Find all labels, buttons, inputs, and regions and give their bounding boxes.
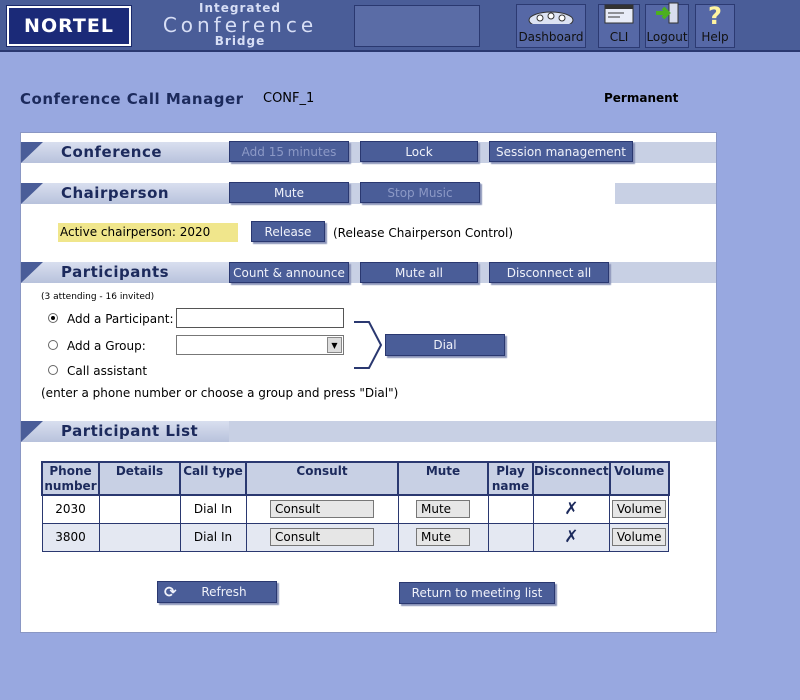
phone-cell: 3800 — [41, 522, 100, 552]
attendance-count: (3 attending - 16 invited) — [41, 292, 155, 302]
add-participant-label: Add a Participant: — [67, 312, 174, 326]
help-button[interactable]: ? Help — [695, 4, 735, 48]
participant-list-section-label: Participant List — [61, 422, 199, 440]
call-assistant-radio[interactable] — [48, 365, 58, 375]
volume-cell: Volume — [609, 522, 670, 552]
column-header-phone: Phone number — [41, 461, 100, 496]
nortel-logo: NORTEL — [6, 5, 132, 47]
mute-all-button[interactable]: Mute all — [360, 262, 478, 283]
add-participant-radio[interactable] — [48, 313, 58, 323]
table-row: 3800 Dial In Consult Mute ✗ Volume — [41, 522, 670, 552]
active-chairperson-badge: Active chairperson: 2020 — [58, 223, 238, 242]
logout-icon — [654, 2, 680, 28]
disconnect-all-button[interactable]: Disconnect all — [489, 262, 609, 283]
refresh-label: Refresh — [201, 585, 247, 599]
terminal-icon — [604, 4, 634, 28]
mute-button[interactable]: Mute — [416, 528, 470, 546]
volume-cell: Volume — [609, 494, 670, 524]
consult-button[interactable]: Consult — [270, 528, 374, 546]
disconnect-cell: ✗ — [532, 522, 611, 552]
logout-label: Logout — [646, 30, 688, 44]
consult-cell: Consult — [245, 522, 399, 552]
column-header-call-type: Call type — [179, 461, 247, 496]
mute-button[interactable]: Mute — [416, 500, 470, 519]
chairperson-section-label: Chairperson — [61, 184, 170, 202]
consult-cell: Consult — [245, 494, 399, 524]
add-participant-input[interactable] — [176, 308, 344, 328]
play-name-cell — [487, 494, 534, 524]
cli-button[interactable]: CLI — [598, 4, 640, 48]
conference-type: Permanent — [604, 91, 679, 105]
participants-section-label: Participants — [61, 263, 170, 281]
dial-button[interactable]: Dial — [385, 334, 505, 356]
refresh-icon: ⟳ — [164, 583, 177, 601]
logout-button[interactable]: Logout — [645, 2, 689, 48]
add-15-minutes-button[interactable]: Add 15 minutes — [229, 141, 349, 162]
table-row: 2030 Dial In Consult Mute ✗ Volume — [41, 494, 670, 524]
column-header-mute: Mute — [397, 461, 489, 496]
mute-cell: Mute — [397, 494, 489, 524]
return-to-meeting-list-button[interactable]: Return to meeting list — [399, 582, 555, 604]
call-assistant-label: Call assistant — [67, 364, 148, 378]
dial-hint: (enter a phone number or choose a group … — [41, 386, 399, 400]
column-header-volume: Volume — [608, 461, 670, 496]
dashboard-icon — [528, 8, 574, 29]
disconnect-x-icon[interactable]: ✗ — [564, 527, 578, 547]
play-name-cell — [487, 522, 534, 552]
column-header-consult: Consult — [245, 461, 399, 496]
help-label: Help — [701, 30, 729, 44]
product-title: Integrated Conference Bridge — [160, 2, 320, 47]
add-group-radio[interactable] — [48, 340, 58, 350]
count-announce-button[interactable]: Count & announce — [229, 262, 349, 283]
add-group-select[interactable]: ▼ — [176, 335, 344, 355]
phone-cell: 2030 — [41, 494, 100, 524]
column-header-details: Details — [98, 461, 181, 496]
header-blank-panel — [354, 5, 480, 47]
page-title: Conference Call Manager — [20, 90, 244, 108]
disconnect-x-icon[interactable]: ✗ — [564, 499, 578, 519]
release-hint: (Release Chairperson Control) — [333, 226, 513, 240]
add-group-label: Add a Group: — [67, 339, 146, 353]
session-management-button[interactable]: Session management — [489, 141, 633, 162]
product-title-line2: Conference — [162, 13, 318, 37]
conference-panel: Conference Add 15 minutes Lock Session m… — [20, 132, 717, 633]
mute-cell: Mute — [397, 522, 489, 552]
call-type-cell: Dial In — [179, 494, 247, 524]
cli-label: CLI — [609, 30, 629, 44]
refresh-button[interactable]: ⟳ Refresh — [157, 581, 277, 603]
help-icon: ? — [708, 2, 722, 30]
column-header-play-name: Play name — [487, 461, 534, 496]
chairperson-mute-button[interactable]: Mute — [229, 182, 349, 203]
app-header: NORTEL Integrated Conference Bridge Dash… — [0, 0, 800, 52]
column-header-disconnect: Disconnect — [532, 461, 611, 496]
conference-section-label: Conference — [61, 143, 163, 161]
details-cell — [98, 494, 181, 524]
consult-button[interactable]: Consult — [270, 500, 374, 519]
lock-button[interactable]: Lock — [360, 141, 478, 162]
dashboard-label: Dashboard — [518, 30, 584, 44]
logo-text: NORTEL — [9, 8, 129, 44]
participant-table: Phone number Details Call type Consult M… — [41, 461, 670, 552]
call-type-cell: Dial In — [179, 522, 247, 552]
details-cell — [98, 522, 181, 552]
bracket-arrow-icon — [354, 321, 383, 369]
disconnect-cell: ✗ — [532, 494, 611, 524]
participant-list-section-bar: Participant List — [21, 421, 716, 442]
release-button[interactable]: Release — [251, 221, 325, 242]
volume-button[interactable]: Volume — [611, 500, 667, 519]
volume-button[interactable]: Volume — [611, 528, 667, 546]
conference-name: CONF_1 — [263, 91, 315, 106]
chevron-down-icon[interactable]: ▼ — [327, 337, 342, 353]
dashboard-button[interactable]: Dashboard — [516, 4, 586, 48]
stop-music-button[interactable]: Stop Music — [360, 182, 480, 203]
